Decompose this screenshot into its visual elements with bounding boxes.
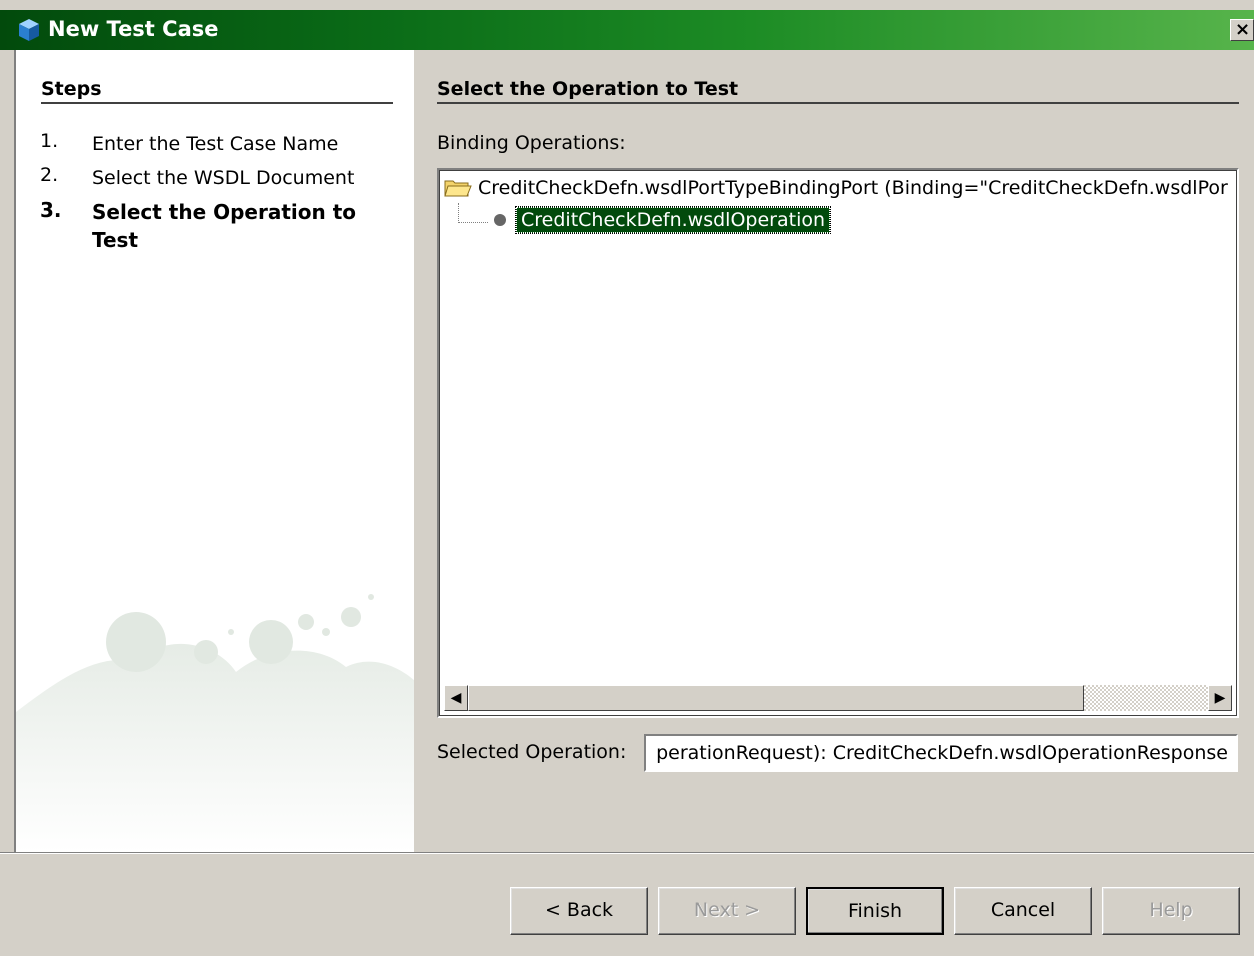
back-button-label: < Back <box>544 899 614 921</box>
footer-separator <box>0 852 1254 854</box>
title-bar: New Test Case × <box>0 10 1254 50</box>
step-item: 2. Select the WSDL Document <box>40 164 400 192</box>
tree-viewport: CreditCheckDefn.wsdlPortTypeBindingPort … <box>439 170 1237 716</box>
cancel-button-label: Cancel <box>990 899 1056 921</box>
selected-operation-value: perationRequest): CreditCheckDefn.wsdlOp… <box>656 742 1228 764</box>
selected-operation-field[interactable]: perationRequest): CreditCheckDefn.wsdlOp… <box>644 734 1238 772</box>
open-folder-icon <box>444 180 472 197</box>
binding-operations-label: Binding Operations: <box>437 132 626 154</box>
scroll-track[interactable] <box>1084 685 1208 711</box>
close-button[interactable]: × <box>1230 19 1254 41</box>
tree-node-port-label: CreditCheckDefn.wsdlPortTypeBindingPort … <box>478 177 1228 199</box>
tree-node-port[interactable]: CreditCheckDefn.wsdlPortTypeBindingPort … <box>444 177 1228 199</box>
scroll-thumb[interactable] <box>468 685 1084 711</box>
scroll-right-button[interactable]: ▶ <box>1208 685 1232 711</box>
steps-panel: Steps 1. Enter the Test Case Name 2. Sel… <box>14 50 414 852</box>
step-item-current: 3. Select the Operation to Test <box>40 198 400 254</box>
window-title: New Test Case <box>48 17 219 41</box>
help-button-label: Help <box>1149 899 1193 921</box>
step-number: 3. <box>40 198 62 222</box>
help-button[interactable]: Help <box>1102 887 1240 935</box>
cancel-button[interactable]: Cancel <box>954 887 1092 935</box>
selected-operation-label: Selected Operation: <box>437 741 627 763</box>
tree-connector <box>458 203 488 223</box>
finish-button-label: Finish <box>847 900 903 922</box>
scroll-left-button[interactable]: ◀ <box>444 685 468 711</box>
finish-button[interactable]: Finish <box>806 887 944 935</box>
horizontal-scrollbar[interactable]: ◀ ▶ <box>444 685 1232 711</box>
step-label: Select the WSDL Document <box>92 167 355 189</box>
next-button-label: Next > <box>693 899 761 921</box>
step-number: 2. <box>40 164 59 186</box>
step-label: Select the Operation to Test <box>92 200 356 252</box>
operation-node-icon <box>494 214 506 226</box>
tree-node-operation[interactable]: CreditCheckDefn.wsdlOperation <box>458 203 832 234</box>
tree-node-operation-label: CreditCheckDefn.wsdlOperation <box>514 206 832 234</box>
steps-heading: Steps <box>41 78 393 104</box>
decorative-bubbles <box>16 594 414 852</box>
step-number: 1. <box>40 130 59 152</box>
next-button[interactable]: Next > <box>658 887 796 935</box>
step-label: Enter the Test Case Name <box>92 133 339 155</box>
operations-tree[interactable]: CreditCheckDefn.wsdlPortTypeBindingPort … <box>437 168 1239 718</box>
cube-icon <box>19 19 39 41</box>
back-button[interactable]: < Back <box>510 887 648 935</box>
step-item: 1. Enter the Test Case Name <box>40 130 400 158</box>
page-title: Select the Operation to Test <box>437 78 1239 104</box>
steps-list: 1. Enter the Test Case Name 2. Select th… <box>40 130 400 260</box>
close-icon: × <box>1235 19 1251 40</box>
